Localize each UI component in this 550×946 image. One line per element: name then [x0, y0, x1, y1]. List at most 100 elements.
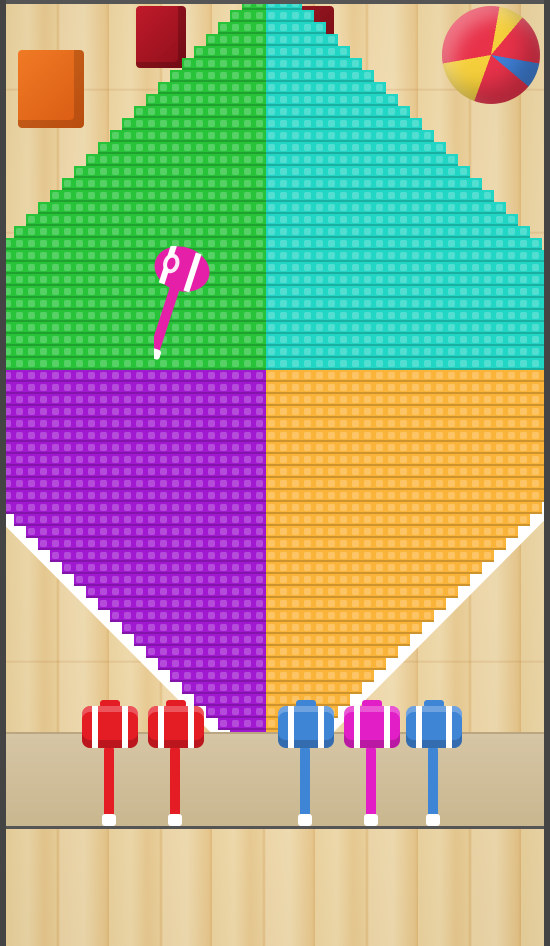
board-cube[interactable] — [38, 430, 50, 442]
board-cube[interactable] — [386, 466, 398, 478]
board-cube[interactable] — [134, 526, 146, 538]
board-cube[interactable] — [446, 502, 458, 514]
board-cube[interactable] — [182, 106, 194, 118]
board-cube[interactable] — [14, 322, 26, 334]
board-cube[interactable] — [182, 574, 194, 586]
board-cube[interactable] — [86, 562, 98, 574]
board-cube[interactable] — [530, 322, 542, 334]
board-cube[interactable] — [518, 394, 530, 406]
board-cube[interactable] — [410, 286, 422, 298]
board-cube[interactable] — [98, 442, 110, 454]
board-cube[interactable] — [170, 538, 182, 550]
board-cube[interactable] — [338, 454, 350, 466]
board-cube[interactable] — [182, 586, 194, 598]
board-cube[interactable] — [398, 238, 410, 250]
board-cube[interactable] — [278, 34, 290, 46]
board-cube[interactable] — [86, 358, 98, 370]
board-cube[interactable] — [110, 370, 122, 382]
board-cube[interactable] — [470, 454, 482, 466]
board-cube[interactable] — [254, 214, 266, 226]
board-cube[interactable] — [362, 142, 374, 154]
board-cube[interactable] — [158, 574, 170, 586]
board-cube[interactable] — [326, 166, 338, 178]
board-cube[interactable] — [254, 430, 266, 442]
board-cube[interactable] — [302, 466, 314, 478]
board-cube[interactable] — [110, 154, 122, 166]
board-cube[interactable] — [74, 454, 86, 466]
board-cube[interactable] — [98, 370, 110, 382]
board-cube[interactable] — [182, 166, 194, 178]
board-cube[interactable] — [62, 250, 74, 262]
board-cube[interactable] — [206, 586, 218, 598]
board-cube[interactable] — [206, 106, 218, 118]
board-cube[interactable] — [266, 22, 278, 34]
board-cube[interactable] — [218, 502, 230, 514]
board-cube[interactable] — [290, 586, 302, 598]
board-cube[interactable] — [218, 94, 230, 106]
board-cube[interactable] — [158, 430, 170, 442]
board-cube[interactable] — [326, 478, 338, 490]
board-cube[interactable] — [338, 646, 350, 658]
board-cube[interactable] — [290, 154, 302, 166]
board-cube[interactable] — [518, 478, 530, 490]
board-cube[interactable] — [266, 46, 278, 58]
board-cube[interactable] — [134, 346, 146, 358]
magenta-hammer[interactable] — [344, 700, 404, 828]
board-cube[interactable] — [242, 658, 254, 670]
board-cube[interactable] — [122, 490, 134, 502]
board-cube[interactable] — [86, 550, 98, 562]
board-cube[interactable] — [398, 586, 410, 598]
board-cube[interactable] — [122, 598, 134, 610]
board-cube[interactable] — [134, 118, 146, 130]
board-cube[interactable] — [434, 574, 446, 586]
board-cube[interactable] — [302, 46, 314, 58]
board-cube[interactable] — [6, 442, 14, 454]
board-cube[interactable] — [494, 202, 506, 214]
board-cube[interactable] — [254, 142, 266, 154]
board-cube[interactable] — [218, 706, 230, 718]
board-cube[interactable] — [230, 490, 242, 502]
board-cube[interactable] — [206, 130, 218, 142]
board-cube[interactable] — [398, 394, 410, 406]
board-cube[interactable] — [134, 454, 146, 466]
board-cube[interactable] — [146, 562, 158, 574]
board-cube[interactable] — [242, 94, 254, 106]
board-cube[interactable] — [134, 106, 146, 118]
board-cube[interactable] — [266, 490, 278, 502]
board-cube[interactable] — [254, 106, 266, 118]
board-cube[interactable] — [182, 610, 194, 622]
board-cube[interactable] — [470, 550, 482, 562]
board-cube[interactable] — [410, 562, 422, 574]
board-cube[interactable] — [314, 562, 326, 574]
board-cube[interactable] — [110, 226, 122, 238]
board-cube[interactable] — [386, 202, 398, 214]
board-cube[interactable] — [314, 250, 326, 262]
board-cube[interactable] — [110, 250, 122, 262]
board-cube[interactable] — [122, 514, 134, 526]
board-cube[interactable] — [470, 562, 482, 574]
board-cube[interactable] — [134, 406, 146, 418]
board-cube[interactable] — [302, 502, 314, 514]
board-cube[interactable] — [38, 478, 50, 490]
board-cube[interactable] — [182, 490, 194, 502]
board-cube[interactable] — [278, 190, 290, 202]
board-cube[interactable] — [434, 142, 446, 154]
board-cube[interactable] — [374, 346, 386, 358]
board-cube[interactable] — [362, 370, 374, 382]
board-cube[interactable] — [266, 166, 278, 178]
board-cube[interactable] — [530, 382, 542, 394]
board-cube[interactable] — [254, 538, 266, 550]
board-cube[interactable] — [518, 334, 530, 346]
board-cube[interactable] — [6, 502, 14, 514]
board-cube[interactable] — [158, 82, 170, 94]
board-cube[interactable] — [182, 214, 194, 226]
board-cube[interactable] — [494, 214, 506, 226]
board-cube[interactable] — [74, 466, 86, 478]
board-cube[interactable] — [434, 502, 446, 514]
board-cube[interactable] — [458, 274, 470, 286]
board-cube[interactable] — [194, 658, 206, 670]
board-cube[interactable] — [242, 298, 254, 310]
board-cube[interactable] — [278, 202, 290, 214]
board-cube[interactable] — [362, 514, 374, 526]
board-cube[interactable] — [122, 442, 134, 454]
